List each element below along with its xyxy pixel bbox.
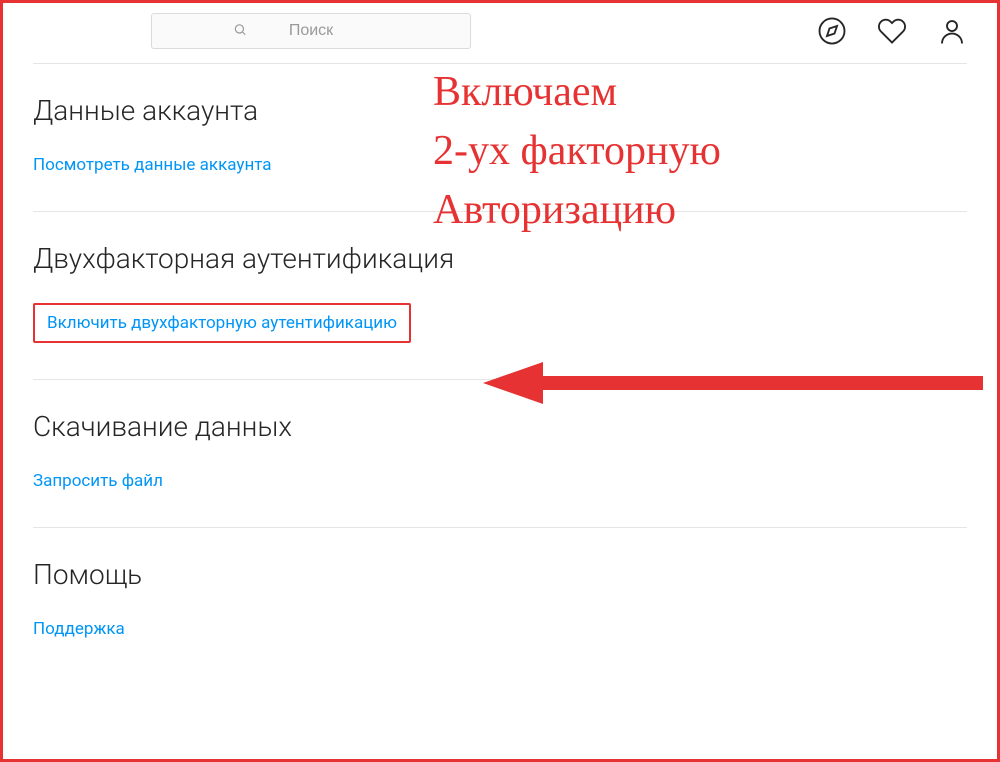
section-help: Помощь Поддержка <box>33 527 967 664</box>
section-two-factor: Двухфакторная аутентификация Включить дв… <box>33 211 967 379</box>
profile-icon[interactable] <box>937 16 967 46</box>
enable-two-factor-link[interactable]: Включить двухфакторную аутентификацию <box>47 313 397 333</box>
section-account-data: Данные аккаунта Посмотреть данные аккаун… <box>33 63 967 211</box>
header-bar <box>3 3 997 63</box>
settings-content: Данные аккаунта Посмотреть данные аккаун… <box>3 63 997 664</box>
section-title-account: Данные аккаунта <box>33 94 967 127</box>
section-title-two-factor: Двухфакторная аутентификация <box>33 242 967 275</box>
section-download-data: Скачивание данных Запросить файл <box>33 379 967 527</box>
explore-icon[interactable] <box>817 16 847 46</box>
section-title-download: Скачивание данных <box>33 410 967 443</box>
app-frame: Данные аккаунта Посмотреть данные аккаун… <box>0 0 1000 762</box>
support-link[interactable]: Поддержка <box>33 619 125 639</box>
view-account-data-link[interactable]: Посмотреть данные аккаунта <box>33 155 272 175</box>
search-wrapper <box>151 13 471 49</box>
section-title-help: Помощь <box>33 558 967 591</box>
request-file-link[interactable]: Запросить файл <box>33 471 163 491</box>
search-input[interactable] <box>151 13 471 49</box>
header-icons <box>817 16 967 46</box>
highlight-box: Включить двухфакторную аутентификацию <box>33 303 411 343</box>
heart-icon[interactable] <box>877 16 907 46</box>
